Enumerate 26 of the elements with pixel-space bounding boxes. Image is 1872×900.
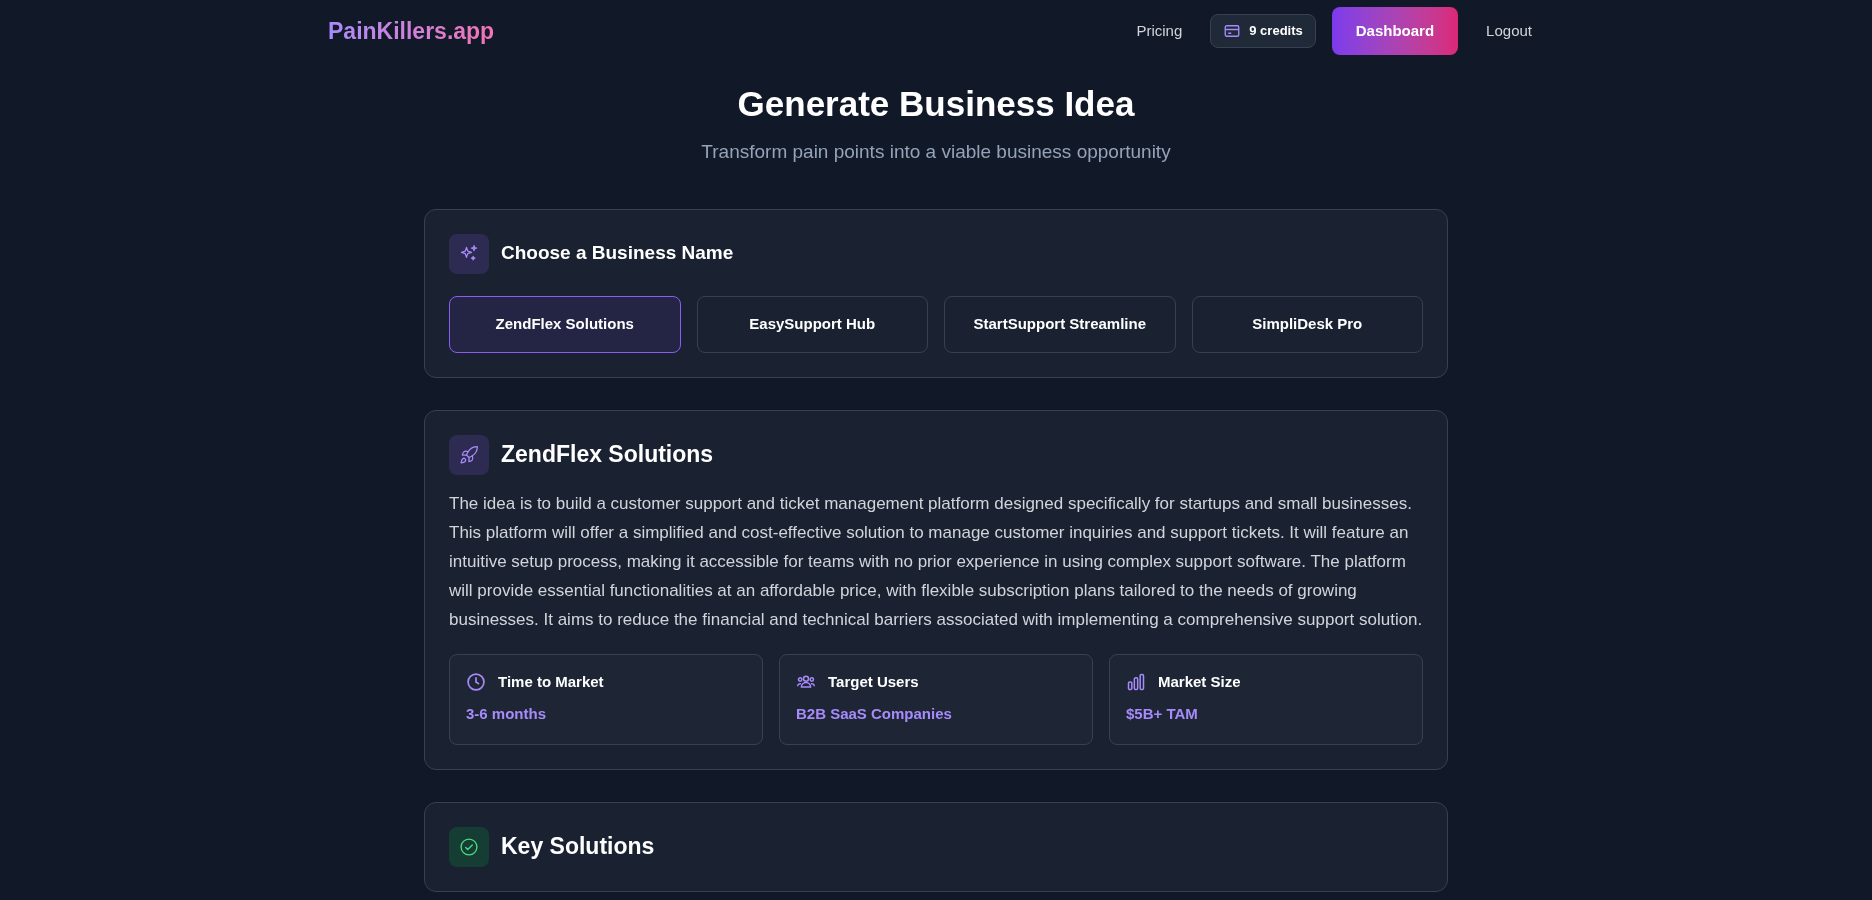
name-option[interactable]: EasySupport Hub [696, 295, 928, 353]
card-icon [1223, 22, 1242, 40]
nav-link[interactable]: Pricing [1124, 19, 1195, 43]
stat-label: Target Users [828, 671, 919, 692]
name-option[interactable]: ZendFlex Solutions [449, 295, 681, 353]
stat-value: B2B SaaS Companies [796, 704, 953, 724]
bar-chart-icon [1126, 671, 1146, 692]
page-subtitle: Transform pain points into a viable business opportunity [700, 140, 1172, 164]
rocket-icon [449, 434, 489, 475]
card-title: Choose a Business Name [501, 241, 734, 266]
stat-value: $5B+ TAM [1126, 704, 1199, 724]
clock-icon [466, 671, 486, 692]
card-title: Key Solutions [501, 832, 655, 862]
stat-value: 3-6 months [466, 704, 547, 724]
sparkles-icon [449, 233, 489, 274]
name-option[interactable]: SimpliDesk Pro [1191, 295, 1423, 353]
stat-label: Time to Market [498, 671, 604, 692]
dashboard-button[interactable]: Dashboard [1331, 7, 1459, 55]
stat-label: Market Size [1158, 671, 1241, 692]
idea-description: The idea is to build a customer support and ticket management platform designed specifically for startups and small businesses. This platform will offer a simplified and cost-effective solution to manage customer inquiries and support tickets. It will feature an intuitive setup process, making it accessible for teams with no prior experience in using complex support software. The platform will provide essential functionalities at an affordable price, with flexible subscription plans tailored to the needs of growing businesses. It aims to reduce the financial and technical barriers associated with implementing a comprehensive support solution. [449, 492, 1423, 631]
name-option[interactable]: StartSupport Streamline [944, 295, 1176, 353]
nav-link[interactable]: Logout [1474, 19, 1544, 43]
page-title: Generate Business Idea [736, 83, 1136, 125]
credits-label: 9 credits [1249, 22, 1303, 41]
idea-title: ZendFlex Solutions [501, 440, 714, 470]
credits-button[interactable]: 9 credits [1210, 14, 1316, 48]
